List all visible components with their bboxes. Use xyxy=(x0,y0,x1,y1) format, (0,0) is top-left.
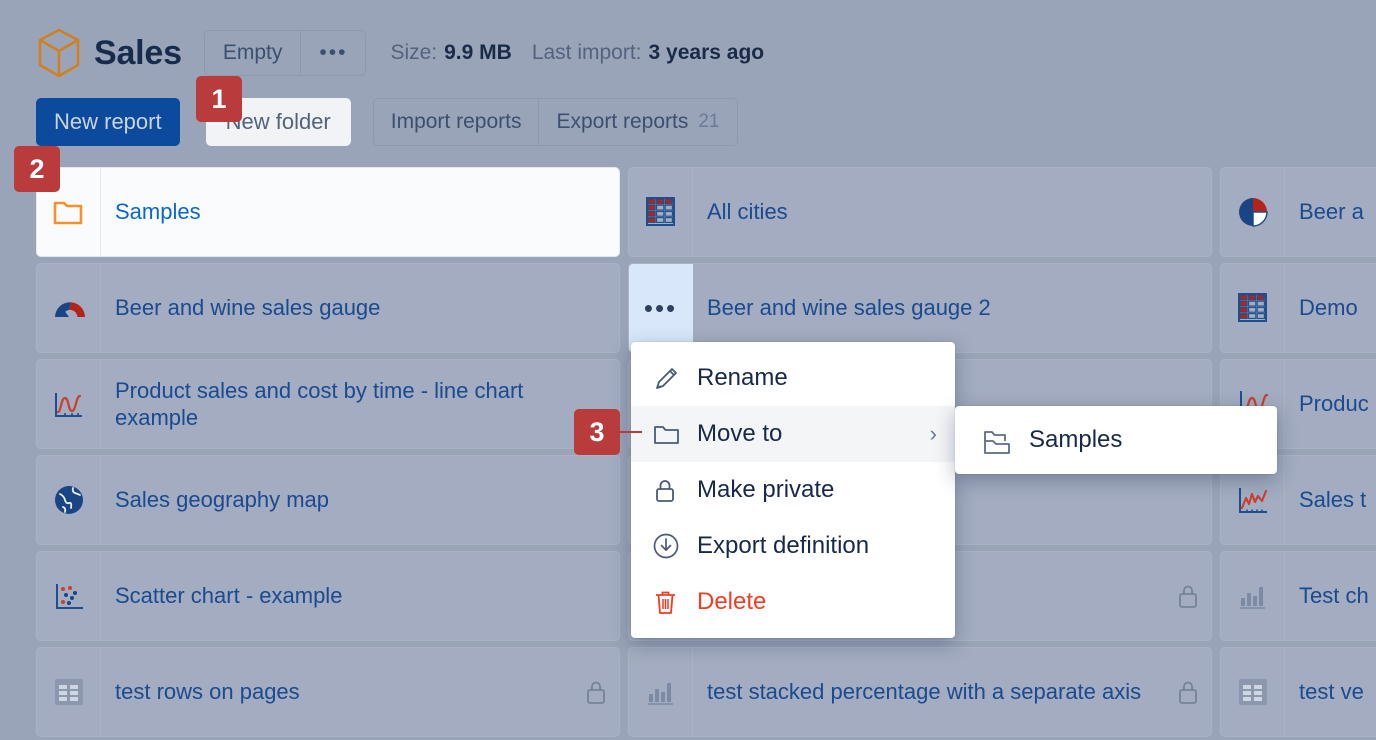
report-card-label: test rows on pages xyxy=(101,648,573,736)
report-card-label: Sales geography map xyxy=(101,456,619,544)
table-icon xyxy=(1221,264,1285,352)
step-badge-3-connector xyxy=(620,431,642,433)
step-badge-3: 3 xyxy=(574,409,620,455)
report-card[interactable]: Sales geography map xyxy=(36,455,620,545)
gauge-icon xyxy=(37,264,101,352)
move-to-submenu: Samples xyxy=(955,406,1277,474)
status-button-group: Empty ••• xyxy=(204,30,367,76)
table-grey-icon xyxy=(37,648,101,736)
status-button[interactable]: Empty xyxy=(205,31,302,75)
report-card[interactable]: Demo xyxy=(1220,263,1376,353)
lock-closed-icon xyxy=(1165,552,1211,640)
bar-chart-grey xyxy=(629,648,693,736)
report-card-label: Beer and wine sales gauge xyxy=(101,264,619,352)
report-card-label: All cities xyxy=(693,168,1211,256)
context-menu: Rename Move to› Make private Export definit… xyxy=(631,342,955,638)
report-card-label: Beer a xyxy=(1285,168,1376,256)
report-card[interactable]: Test ch xyxy=(1220,551,1376,641)
step-badge-2-label: 2 xyxy=(29,154,44,185)
last-import-label: Last import: xyxy=(532,41,642,65)
report-card[interactable]: Samples xyxy=(36,167,620,257)
size-label: Size: xyxy=(390,41,437,65)
report-card[interactable]: test ve xyxy=(1220,647,1376,737)
context-menu-item-rename[interactable]: Rename xyxy=(631,350,955,406)
new-report-button[interactable]: New report xyxy=(36,98,180,146)
line-chart-icon xyxy=(37,360,101,448)
context-menu-item-label: Export definition xyxy=(697,532,937,560)
table-grey-icon xyxy=(1221,648,1285,736)
report-card-label: Produc xyxy=(1285,360,1376,448)
report-card[interactable]: •••Beer and wine sales gauge 2 xyxy=(628,263,1212,353)
dataset-meta: Size: 9.9 MB Last import: 3 years ago xyxy=(390,41,764,65)
bar-chart-grey xyxy=(1221,552,1285,640)
submenu-item-label: Samples xyxy=(1029,426,1122,454)
import-reports-button[interactable]: Import reports xyxy=(374,99,540,145)
step-badge-1-label: 1 xyxy=(211,84,226,115)
export-reports-label: Export reports xyxy=(556,110,688,134)
pie-chart-icon xyxy=(1221,168,1285,256)
report-card[interactable]: Beer a xyxy=(1220,167,1376,257)
lock-closed-icon xyxy=(573,648,619,736)
folder-icon xyxy=(653,421,697,447)
report-card[interactable]: test rows on pages xyxy=(36,647,620,737)
dots-icon[interactable]: ••• xyxy=(629,264,693,352)
folder-open-icon xyxy=(983,424,1029,456)
scatter-icon xyxy=(37,552,101,640)
step-badge-1: 1 xyxy=(196,76,242,122)
actions-toolbar: New report New folder Import reports Exp… xyxy=(36,98,738,146)
report-card[interactable]: Beer and wine sales gauge xyxy=(36,263,620,353)
report-card-label: Beer and wine sales gauge 2 xyxy=(693,264,1211,352)
report-card-label: Sales t xyxy=(1285,456,1376,544)
context-menu-item-label: Make private xyxy=(697,476,937,504)
report-card-label: Demo xyxy=(1285,264,1376,352)
header-more-button[interactable]: ••• xyxy=(301,31,365,75)
trash-icon xyxy=(653,589,697,616)
globe-icon xyxy=(37,456,101,544)
context-menu-item-make-private[interactable]: Make private xyxy=(631,462,955,518)
cube-icon xyxy=(36,27,82,79)
table-icon xyxy=(629,168,693,256)
report-card[interactable]: All cities xyxy=(628,167,1212,257)
report-card[interactable]: test stacked percentage with a separate … xyxy=(628,647,1212,737)
context-menu-item-delete[interactable]: Delete xyxy=(631,574,955,630)
context-menu-item-label: Move to xyxy=(697,420,930,448)
report-card-label: Product sales and cost by time - line ch… xyxy=(101,360,619,448)
report-card[interactable]: Product sales and cost by time - line ch… xyxy=(36,359,620,449)
size-value: 9.9 MB xyxy=(444,41,512,65)
context-menu-item-label: Rename xyxy=(697,364,937,392)
step-badge-3-label: 3 xyxy=(589,417,604,448)
pencil-icon xyxy=(653,365,697,392)
report-card-label: Samples xyxy=(101,168,619,256)
report-card-label: Test ch xyxy=(1285,552,1376,640)
report-card-label: test ve xyxy=(1285,648,1376,736)
chevron-right-icon: › xyxy=(930,421,937,447)
lock-closed-icon xyxy=(1165,648,1211,736)
report-card-label: Scatter chart - example xyxy=(101,552,619,640)
page-title: Sales xyxy=(94,34,182,73)
reports-io-button-group: Import reports Export reports 21 xyxy=(373,98,738,146)
last-import-value: 3 years ago xyxy=(649,41,765,65)
submenu-item-samples[interactable]: Samples xyxy=(955,414,1277,466)
context-menu-item-label: Delete xyxy=(697,588,937,616)
export-reports-count: 21 xyxy=(698,111,719,133)
report-card-label: test stacked percentage with a separate … xyxy=(693,648,1165,736)
context-menu-item-export-definition[interactable]: Export definition xyxy=(631,518,955,574)
app-header: Sales Empty ••• Size: 9.9 MB Last import… xyxy=(36,22,764,84)
report-browser-screen: Sales Empty ••• Size: 9.9 MB Last import… xyxy=(0,0,1376,740)
context-menu-item-move-to[interactable]: Move to› xyxy=(631,406,955,462)
report-card[interactable]: Scatter chart - example xyxy=(36,551,620,641)
download-icon xyxy=(653,533,697,560)
lock-icon xyxy=(653,477,697,504)
step-badge-2: 2 xyxy=(14,146,60,192)
export-reports-button[interactable]: Export reports 21 xyxy=(539,99,736,145)
